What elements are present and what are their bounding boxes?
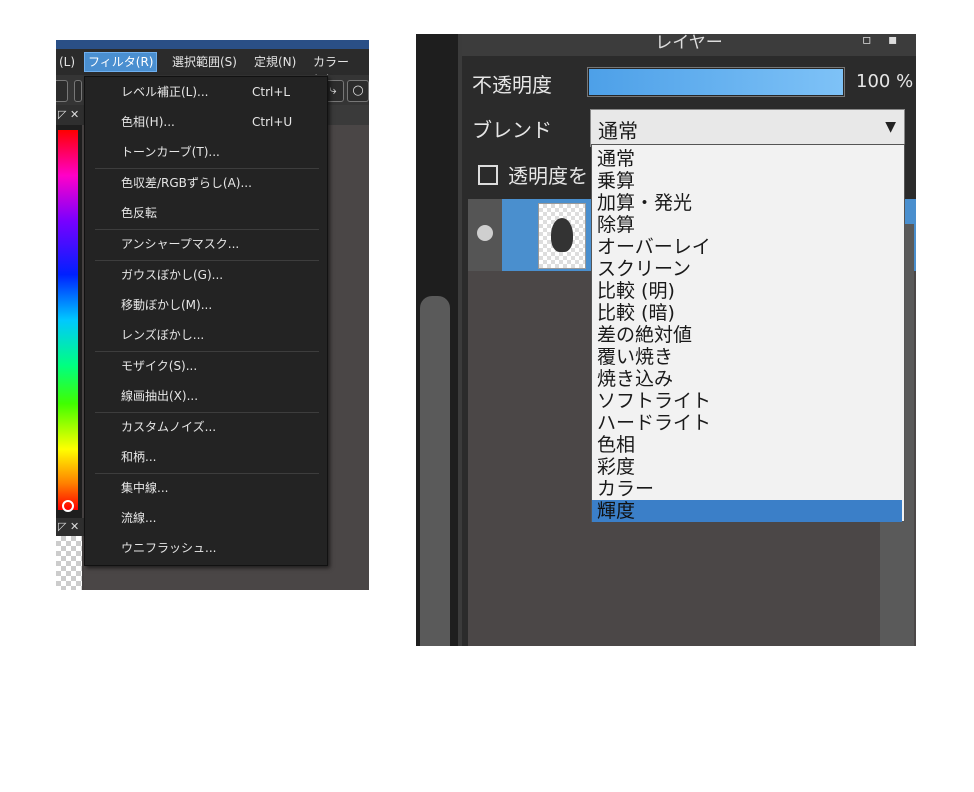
menu-item-chromatic-aberration[interactable]: 色収差/RGBずらし(A)...: [85, 169, 327, 197]
hue-slider[interactable]: [58, 130, 78, 510]
menu-item-japanese-pattern[interactable]: 和柄...: [85, 443, 327, 471]
blend-option[interactable]: ソフトライト: [592, 390, 902, 412]
blend-option[interactable]: 除算: [592, 214, 902, 236]
layer-thumbnail: [538, 203, 586, 269]
menu-item-levels[interactable]: レベル補正(L)... Ctrl+L: [85, 78, 327, 106]
scrollbar[interactable]: [420, 296, 450, 646]
transparency-lock-label: 透明度を: [508, 164, 588, 188]
blend-option[interactable]: 通常: [592, 148, 902, 170]
blend-label: ブレンド: [472, 118, 552, 142]
filter-menu: レベル補正(L)... Ctrl+L 色相(H)... Ctrl+U トーンカーブ(…: [84, 76, 328, 566]
blend-mode-select[interactable]: 通常 ▼: [590, 109, 905, 147]
opacity-slider[interactable]: [587, 67, 845, 97]
menu-item-motion-blur[interactable]: 移動ぼかし(M)...: [85, 291, 327, 319]
menu-item-gaussian-blur[interactable]: ガウスぼかし(G)...: [85, 261, 327, 289]
blend-option[interactable]: スクリーン: [592, 258, 902, 280]
blend-option[interactable]: オーバーレイ: [592, 236, 902, 258]
tool-button[interactable]: [56, 80, 68, 102]
blend-option[interactable]: カラー: [592, 478, 902, 500]
blend-option[interactable]: 差の絶対値: [592, 324, 902, 346]
opacity-fill: [589, 69, 843, 95]
panel-header: ◸ ✕: [56, 105, 84, 125]
close-icon[interactable]: ✕: [70, 105, 79, 125]
blend-option[interactable]: 色相: [592, 434, 902, 456]
blend-option[interactable]: 比較 (暗): [592, 302, 902, 324]
blend-option[interactable]: 比較 (明): [592, 280, 902, 302]
menu-layer[interactable]: (L): [56, 53, 78, 71]
menu-item-invert[interactable]: 色反転: [85, 199, 327, 227]
panel-header: レイヤー ▫ ▪: [462, 34, 916, 56]
tool-button[interactable]: [74, 80, 82, 102]
menu-item-hue[interactable]: 色相(H)... Ctrl+U: [85, 108, 327, 136]
panel-title: レイヤー: [655, 34, 723, 53]
blend-option[interactable]: 加算・発光: [592, 192, 902, 214]
title-bar: [56, 40, 369, 49]
menu-item-speed-lines[interactable]: 流線...: [85, 504, 327, 532]
new-layer-icon[interactable]: ▫: [862, 34, 876, 48]
menu-item-line-extract[interactable]: 線画抽出(X)...: [85, 382, 327, 410]
blend-mode-value: 通常: [598, 119, 638, 143]
layer-window: レイヤー ▫ ▪ 不透明度 100 % ブレンド 通常 ▼ 透明度を 通常 乗算加…: [416, 34, 916, 646]
filter-window: (L) フィルタ(R) 選択範囲(S) 定規(N) カラー(C) ⤷ ○ ◸ ✕…: [56, 40, 369, 590]
menu-item-uni-flash[interactable]: ウニフラッシュ...: [85, 534, 327, 562]
menu-item-lens-blur[interactable]: レンズぼかし...: [85, 321, 327, 349]
blend-option[interactable]: 焼き込み: [592, 368, 902, 390]
menu-color[interactable]: カラー(C): [310, 53, 369, 87]
layer-panel: レイヤー ▫ ▪ 不透明度 100 % ブレンド 通常 ▼ 透明度を 通常 乗算加…: [462, 34, 916, 646]
opacity-value: 100 %: [856, 71, 914, 92]
pin-icon[interactable]: ◸: [58, 105, 66, 125]
left-dock: [416, 34, 462, 646]
pin-icon[interactable]: ▪: [888, 34, 902, 48]
visibility-icon[interactable]: [477, 225, 493, 241]
opacity-label: 不透明度: [472, 73, 552, 97]
menu-item-unsharp-mask[interactable]: アンシャープマスク...: [85, 230, 327, 258]
blend-option[interactable]: 乗算: [592, 170, 902, 192]
menu-item-focus-lines[interactable]: 集中線...: [85, 474, 327, 502]
hue-marker[interactable]: [62, 500, 74, 512]
blend-option[interactable]: 覆い焼き: [592, 346, 902, 368]
pin-icon[interactable]: ◸: [58, 518, 66, 536]
menu-item-tone-curve[interactable]: トーンカーブ(T)...: [85, 138, 327, 166]
blend-option[interactable]: ハードライト: [592, 412, 902, 434]
panel-header: ◸ ✕: [56, 518, 84, 536]
blend-option[interactable]: 彩度: [592, 456, 902, 478]
close-icon[interactable]: ✕: [70, 518, 79, 536]
visibility-column: [468, 199, 502, 271]
blend-option[interactable]: 輝度: [592, 500, 902, 522]
layer-thumbnail: [56, 536, 82, 590]
menu-filter[interactable]: フィルタ(R): [83, 52, 158, 72]
menu-item-custom-noise[interactable]: カスタムノイズ...: [85, 413, 327, 441]
chevron-down-icon: ▼: [885, 119, 896, 135]
rotate-icon[interactable]: ○: [347, 80, 369, 102]
transparency-lock-checkbox[interactable]: [478, 165, 498, 185]
menu-item-mosaic[interactable]: モザイク(S)...: [85, 352, 327, 380]
menu-select[interactable]: 選択範囲(S): [169, 53, 240, 71]
blend-mode-dropdown: 通常 乗算 加算・発光 除算 オーバーレイ スクリーン 比較 (明) 比較 (暗) 差の絶対値覆…: [591, 144, 905, 522]
menu-ruler[interactable]: 定規(N): [251, 53, 299, 71]
menu-bar: (L) フィルタ(R) 選択範囲(S) 定規(N) カラー(C): [56, 49, 369, 87]
